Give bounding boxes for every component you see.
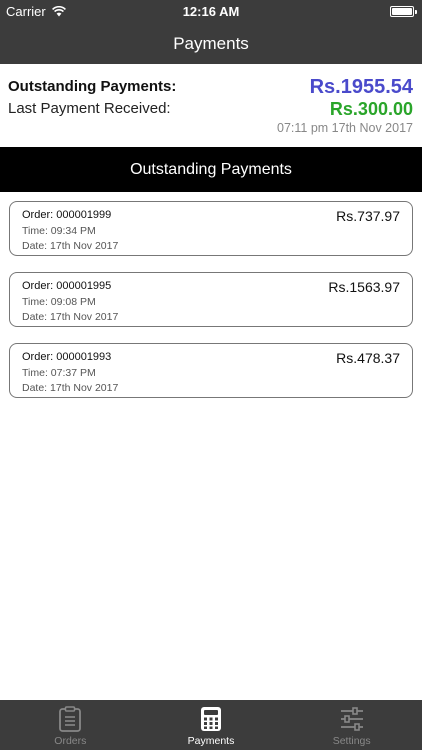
order-amount: Rs.1563.97 xyxy=(328,279,400,295)
last-payment-label: Last Payment Received: xyxy=(8,100,171,117)
tab-bar: Orders Payments Settings xyxy=(0,700,422,750)
status-bar: Carrier 12:16 AM xyxy=(0,0,422,22)
order-time: Time: 09:08 PM xyxy=(22,296,96,308)
order-time: Time: 07:37 PM xyxy=(22,367,96,379)
tab-settings[interactable]: Settings xyxy=(281,700,422,750)
order-number: Order: 000001993 xyxy=(22,351,112,363)
page-title: Payments xyxy=(173,34,249,53)
order-number: Order: 000001999 xyxy=(22,209,112,221)
order-number: Order: 000001995 xyxy=(22,280,112,292)
tab-label: Payments xyxy=(187,735,235,747)
order-amount: Rs.737.97 xyxy=(336,208,400,224)
last-payment-datetime: 07:11 pm 17th Nov 2017 xyxy=(277,121,413,135)
order-amount: Rs.478.37 xyxy=(336,350,400,366)
navigation-header: Carrier 12:16 AM Payments xyxy=(0,0,422,64)
battery-icon xyxy=(390,6,417,17)
order-date: Date: 17th Nov 2017 xyxy=(22,240,119,252)
calculator-icon xyxy=(201,707,221,731)
payment-summary: Outstanding Payments: Last Payment Recei… xyxy=(0,64,422,147)
tab-orders[interactable]: Orders xyxy=(0,700,141,750)
order-date: Date: 17th Nov 2017 xyxy=(22,311,119,323)
order-time: Time: 09:34 PM xyxy=(22,225,96,237)
order-card[interactable]: Order: 000001995 Time: 09:08 PM Date: 17… xyxy=(9,272,413,327)
status-time: 12:16 AM xyxy=(182,4,240,19)
outstanding-amount: Rs.1955.54 xyxy=(309,76,413,98)
tab-label: Settings xyxy=(332,735,371,747)
battery-fill xyxy=(392,8,412,15)
order-card[interactable]: Order: 000001993 Time: 07:37 PM Date: 17… xyxy=(9,343,413,398)
order-date: Date: 17th Nov 2017 xyxy=(22,382,119,394)
tab-payments[interactable]: Payments xyxy=(141,700,282,750)
section-header: Outstanding Payments xyxy=(0,147,422,192)
section-title: Outstanding Payments xyxy=(130,160,292,178)
clipboard-icon xyxy=(59,706,82,732)
sliders-icon xyxy=(340,707,363,731)
outstanding-label: Outstanding Payments: xyxy=(8,78,177,95)
last-payment-amount: Rs.300.00 xyxy=(329,99,413,119)
tab-label: Orders xyxy=(54,735,87,747)
order-card[interactable]: Order: 000001999 Time: 09:34 PM Date: 17… xyxy=(9,201,413,256)
